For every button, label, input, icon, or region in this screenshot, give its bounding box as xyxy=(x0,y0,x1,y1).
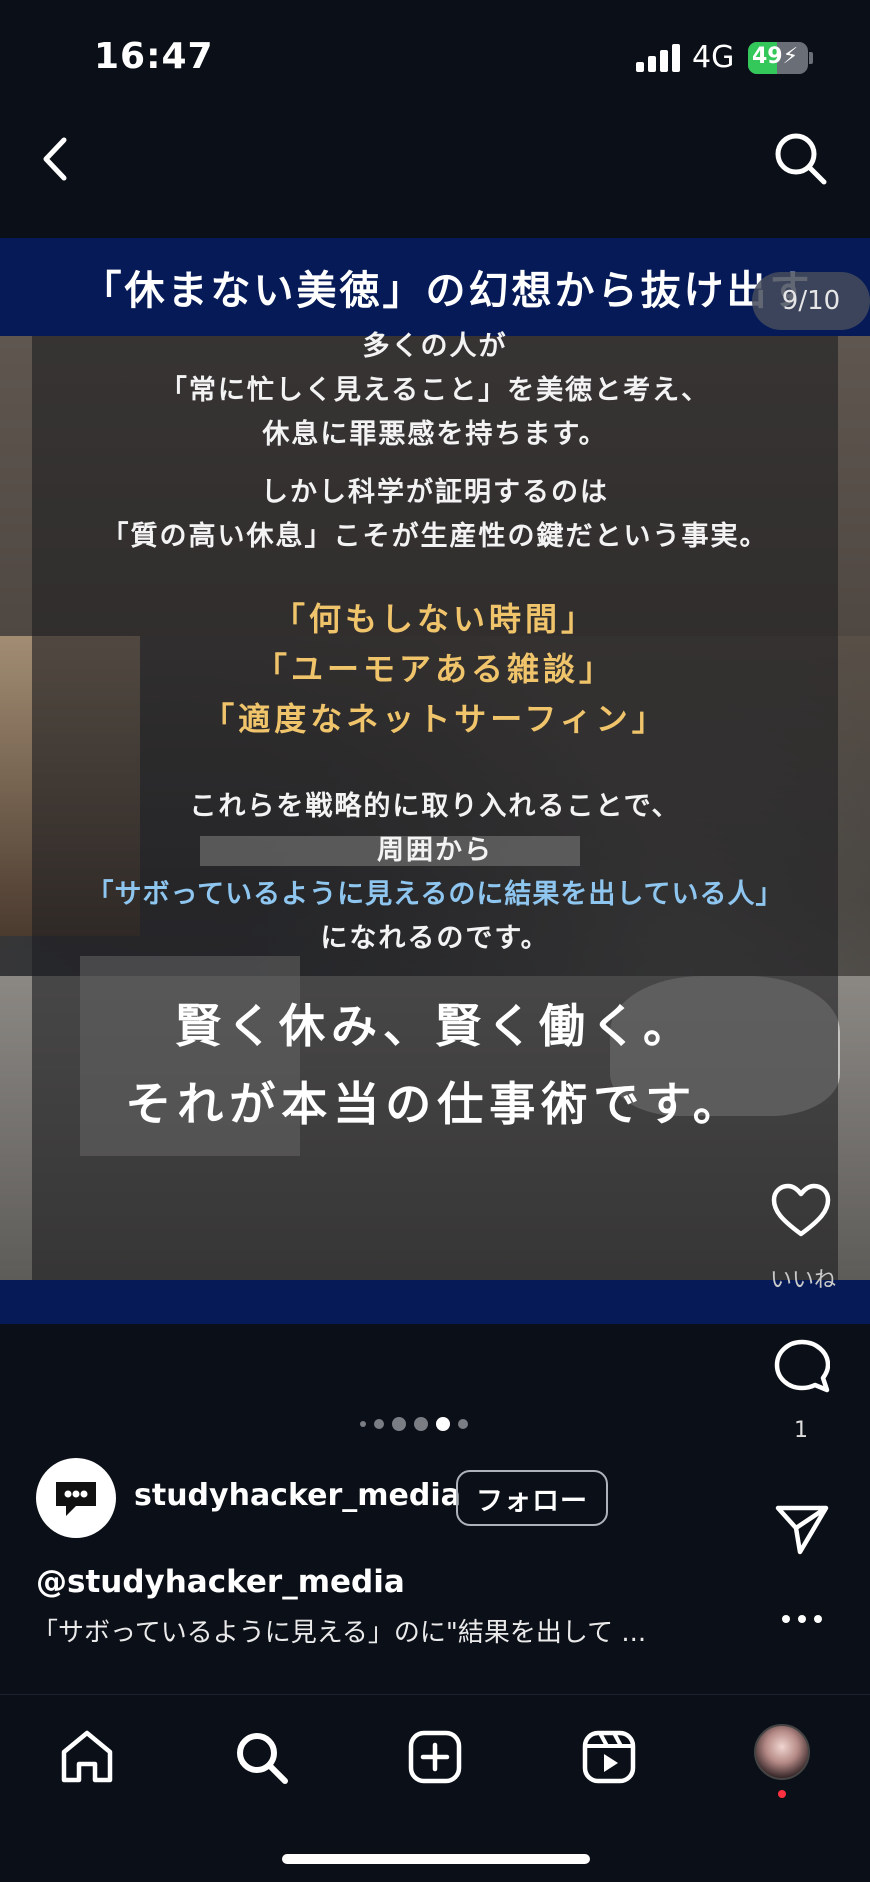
highlight-blue-line: 「サボっているように見えるのに結果を出している人」 xyxy=(86,879,784,910)
tab-reels[interactable] xyxy=(580,1728,638,1786)
carousel-dot xyxy=(360,1421,366,1427)
share-button[interactable] xyxy=(774,1500,830,1556)
charging-icon: ⚡ xyxy=(782,44,799,69)
battery-nub xyxy=(809,52,813,64)
search-icon xyxy=(237,1733,288,1784)
signal-icon xyxy=(636,44,680,72)
highlight-line: 「適度なネットサーフィン」 xyxy=(202,700,668,738)
slide-line: になれるのです。 xyxy=(320,923,550,954)
more-button[interactable] xyxy=(780,1610,824,1623)
home-icon xyxy=(61,1730,113,1783)
tab-profile-avatar[interactable] xyxy=(754,1724,810,1780)
slide-line: これらを戦略的に取り入れることで、 xyxy=(189,791,681,822)
comment-count: 1 xyxy=(794,1418,808,1443)
like-button[interactable] xyxy=(770,1182,832,1238)
highlight-line: 「何もしない時間」 xyxy=(272,600,597,638)
post-header: 「休まない美徳」の幻想から抜け出す xyxy=(0,238,870,336)
tab-create[interactable] xyxy=(406,1728,464,1786)
back-button[interactable] xyxy=(36,134,76,184)
slide-line: 多くの人が xyxy=(362,331,508,362)
carousel-dot xyxy=(392,1417,406,1431)
slide-line: 「質の高い休息」こそが生産性の鍵だという事実。 xyxy=(101,521,769,552)
carousel-dot-active xyxy=(436,1417,450,1431)
network-type: 4G xyxy=(692,40,735,75)
battery-percentage: 49⚡ xyxy=(752,44,799,69)
closing-line: 賢く休み、賢く働く。 xyxy=(175,999,695,1053)
slide-line: 「常に忙しく見えること」を美徳と考え、 xyxy=(159,375,711,406)
carousel-dot xyxy=(414,1417,428,1431)
carousel-dot xyxy=(458,1419,468,1429)
like-label: いいね xyxy=(770,1268,837,1293)
create-icon xyxy=(408,1730,462,1784)
caption-text[interactable]: 「サボっているように見える」のに"結果を出して ... xyxy=(32,1612,646,1649)
caption-handle[interactable]: @studyhacker_media xyxy=(36,1564,405,1600)
follow-button[interactable]: フォロー xyxy=(456,1470,608,1526)
account-avatar[interactable] xyxy=(36,1458,116,1538)
carousel-indicator xyxy=(360,1414,490,1434)
home-indicator xyxy=(282,1854,590,1864)
tab-home[interactable] xyxy=(58,1728,116,1786)
closing-line: それが本当の仕事術です。 xyxy=(125,1077,745,1131)
reels-icon xyxy=(582,1730,636,1784)
slide-line: 休息に罪悪感を持ちます。 xyxy=(262,419,608,450)
slide-line: しかし科学が証明するのは xyxy=(261,477,609,508)
share-icon xyxy=(775,1505,829,1555)
post-image[interactable]: 「休まない美徳」の幻想から抜け出す 9/10 多くの人が 「常に忙しく見えること… xyxy=(0,238,870,1324)
comment-button[interactable] xyxy=(774,1338,831,1394)
battery-icon: 49⚡ xyxy=(748,42,808,74)
chat-bubble-logo-icon xyxy=(56,1482,96,1516)
more-icon xyxy=(782,1615,822,1623)
slide-line: 周囲から xyxy=(377,835,493,866)
account-username[interactable]: studyhacker_media xyxy=(134,1478,461,1513)
post-header-text: 「休まない美徳」の幻想から抜け出す xyxy=(81,268,813,314)
image-counter: 9/10 xyxy=(752,272,870,330)
post-footer-band xyxy=(0,1280,870,1324)
comment-icon xyxy=(774,1339,831,1393)
tab-search[interactable] xyxy=(232,1728,290,1786)
search-button[interactable] xyxy=(772,130,828,186)
highlight-line: 「ユーモアある雑談」 xyxy=(254,650,615,688)
status-time: 16:47 xyxy=(94,36,214,77)
heart-icon xyxy=(771,1183,831,1237)
search-icon xyxy=(775,133,827,185)
carousel-dot xyxy=(374,1419,384,1429)
notification-dot xyxy=(778,1790,786,1798)
chevron-left-icon xyxy=(43,137,67,181)
